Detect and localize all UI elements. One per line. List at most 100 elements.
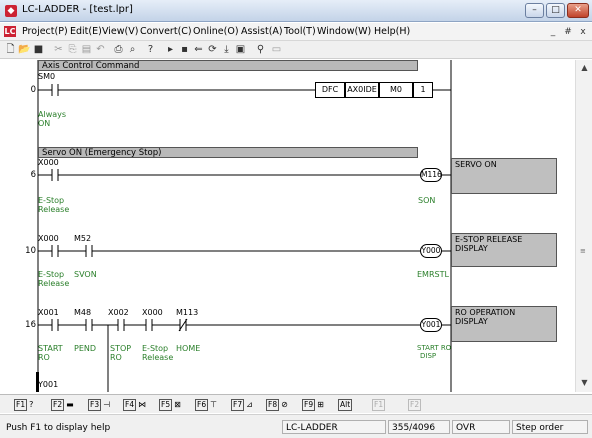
stop-icon[interactable]: ▪ xyxy=(178,44,191,56)
contact-label: SM0 xyxy=(38,72,56,81)
device-comment: E-Stop xyxy=(38,196,65,205)
vertical-scrollbar[interactable]: ▲ ≡ ▼ xyxy=(575,60,592,392)
help-text: Push F1 to display help xyxy=(6,423,111,433)
zoom-icon[interactable]: ▭ xyxy=(270,44,283,56)
scroll-up-icon[interactable]: ▲ xyxy=(579,63,590,73)
contact-label: X001 xyxy=(38,308,59,317)
title-bar: ◆ LC-LADDER - [test.lpr] – □ ✕ xyxy=(0,0,592,22)
fkey-alt[interactable]: Alt xyxy=(338,398,354,411)
menu-assist[interactable]: Assist(A) xyxy=(241,26,283,37)
menu-project[interactable]: Project(P) xyxy=(22,26,68,37)
fkey-label: F2 xyxy=(408,399,422,411)
device-comment: SVON xyxy=(74,270,97,279)
print-icon[interactable]: ⎙ xyxy=(112,44,125,56)
step-number: 6 xyxy=(30,170,36,180)
open-folder-icon[interactable]: 📂 xyxy=(18,44,31,56)
fkey-label: F1 xyxy=(14,399,28,411)
menu-online[interactable]: Online(O) xyxy=(193,26,239,37)
cut-icon[interactable]: ✂ xyxy=(52,44,65,56)
doc-icon[interactable]: LC xyxy=(4,26,16,37)
undo-icon[interactable]: ↶ xyxy=(94,44,107,56)
coil-comment: EMRSTL xyxy=(417,270,449,279)
save-icon[interactable]: ■ xyxy=(32,44,45,56)
fkey-label: F3 xyxy=(88,399,102,411)
find-icon[interactable]: ⚲ xyxy=(254,44,267,56)
fkey-vline-icon[interactable]: F7 ⊿ xyxy=(231,398,253,411)
menu-edit[interactable]: Edit(E) xyxy=(70,26,102,37)
help-icon[interactable]: ? xyxy=(144,44,157,56)
minimize-button[interactable]: – xyxy=(525,3,544,18)
app-name: LC-LADDER xyxy=(282,420,386,434)
device-comment: Release xyxy=(38,205,70,214)
app-icon: ◆ xyxy=(5,5,17,17)
fkey-nc-contact-icon[interactable]: F2 ▬ xyxy=(51,398,74,411)
display-order: Step order xyxy=(512,420,588,434)
fkey-alt-f1-icon: F1 xyxy=(372,398,387,411)
fkey-label: F5 xyxy=(159,399,173,411)
mdi-minimize-button[interactable]: _ xyxy=(546,26,560,38)
fkey-coil-icon[interactable]: F4 ⋈ xyxy=(123,398,146,411)
contact-label: M48 xyxy=(74,308,92,317)
step-number: 10 xyxy=(25,246,36,256)
menu-tool[interactable]: Tool(T) xyxy=(284,26,316,37)
monitor-icon[interactable]: ⟳ xyxy=(206,44,219,56)
menu-view[interactable]: View(V) xyxy=(102,26,138,37)
toolbar: 🗋 📂 ■ ✂ ⎘ ▤ ↶ ⎙ ⌕ ? ▸ ▪ ⇐ ⟳ ⤓ ▣ ⚲ ▭ xyxy=(0,41,592,59)
step-number: 16 xyxy=(25,320,36,330)
contact-label: Y001 xyxy=(38,380,59,389)
copy-icon[interactable]: ⎘ xyxy=(66,44,79,56)
mdi-restore-button[interactable]: # xyxy=(561,26,575,38)
fkey-delete-icon[interactable]: F8 ⊘ xyxy=(266,398,288,411)
menu-bar: LC Project(P) Edit(E) View(V) Convert(C)… xyxy=(0,23,592,41)
fkey-hline-icon[interactable]: F6 ⊤ xyxy=(195,398,217,411)
close-button[interactable]: ✕ xyxy=(567,3,589,18)
output-coil[interactable]: Y000 xyxy=(420,244,442,258)
ladder-editor[interactable]: Axis Control Command SM0 0 Always ON DFC… xyxy=(0,60,575,392)
rung-comment[interactable]: Servo ON (Emergency Stop) xyxy=(38,147,418,158)
back-icon[interactable]: ⇐ xyxy=(192,44,205,56)
read-icon[interactable]: ▣ xyxy=(234,44,247,56)
run-icon[interactable]: ▸ xyxy=(164,44,177,56)
coil-comment: DISP xyxy=(420,352,437,360)
fkey-insert-icon[interactable]: F9 ⊞ xyxy=(302,398,324,411)
statement-panel[interactable]: E-STOP RELEASE DISPLAY xyxy=(451,233,557,267)
device-comment: STOP xyxy=(110,344,132,353)
rung-comment[interactable]: Axis Control Command xyxy=(38,60,418,71)
device-comment: E-Stop xyxy=(142,344,169,353)
maximize-button[interactable]: □ xyxy=(546,3,565,18)
scroll-grip-icon[interactable]: ≡ xyxy=(580,248,589,255)
instruction-box[interactable]: AX0IDE xyxy=(345,82,379,98)
output-coil[interactable]: Y001 xyxy=(420,318,442,332)
menu-help[interactable]: Help(H) xyxy=(374,26,410,37)
panel-line: DISPLAY xyxy=(455,244,488,253)
step-number: 0 xyxy=(30,85,36,95)
statement-panel[interactable]: RO OPERATION DISPLAY xyxy=(451,306,557,342)
new-file-icon[interactable]: 🗋 xyxy=(4,44,17,56)
fkey-label: F1 xyxy=(372,399,386,411)
contact-label: X000 xyxy=(142,308,163,317)
window-title: LC-LADDER - [test.lpr] xyxy=(22,4,133,15)
fkey-label: F2 xyxy=(51,399,65,411)
print-preview-icon[interactable]: ⌕ xyxy=(126,44,139,56)
instruction-box[interactable]: 1 xyxy=(413,82,433,98)
mdi-close-button[interactable]: x xyxy=(576,26,590,38)
device-comment: ON xyxy=(38,119,51,128)
device-comment: PEND xyxy=(74,344,97,353)
fkey-function-icon[interactable]: F5 ⊠ xyxy=(159,398,181,411)
output-coil[interactable]: M116 xyxy=(420,168,442,182)
paste-icon[interactable]: ▤ xyxy=(80,44,93,56)
contact-label: X000 xyxy=(38,158,59,167)
fkey-contact-icon[interactable]: F1? xyxy=(14,398,33,411)
menu-convert[interactable]: Convert(C) xyxy=(140,26,192,37)
instruction-box[interactable]: M0 xyxy=(379,82,413,98)
menu-window[interactable]: Window(W) xyxy=(317,26,371,37)
fkey-label: F7 xyxy=(231,399,245,411)
device-comment: START xyxy=(38,344,63,353)
scroll-down-icon[interactable]: ▼ xyxy=(579,378,590,388)
statement-panel[interactable]: SERVO ON xyxy=(451,158,557,194)
write-icon[interactable]: ⤓ xyxy=(220,44,233,56)
fkey-parallel-icon[interactable]: F3 ⊣ xyxy=(88,398,110,411)
instruction-box[interactable]: DFC xyxy=(315,82,345,98)
contact-label: M113 xyxy=(176,308,199,317)
function-key-bar: F1? F2 ▬ F3 ⊣ F4 ⋈ F5 ⊠ F6 ⊤ F7 ⊿ F8 ⊘ F9 ⊞ Alt … xyxy=(0,394,592,413)
